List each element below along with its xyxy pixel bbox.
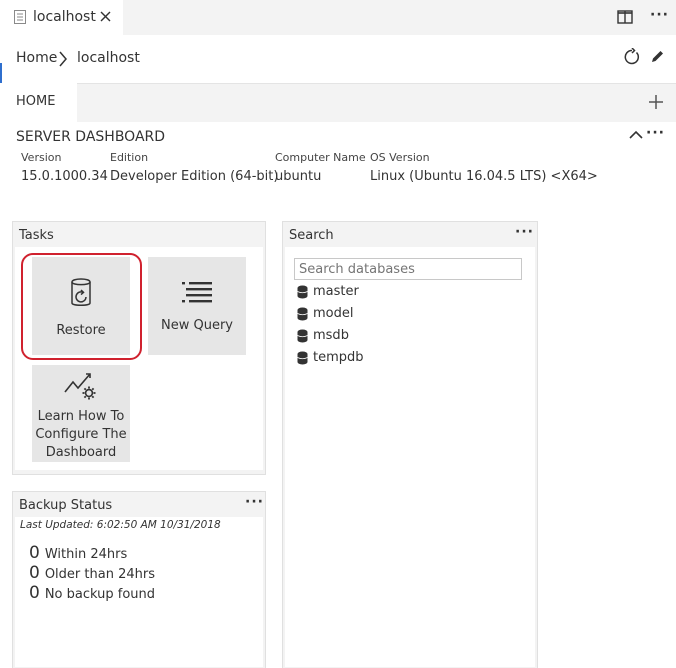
close-icon[interactable] (100, 11, 111, 22)
backup-row-label: Older than 24hrs (44, 567, 155, 582)
backup-row: 0 Older than 24hrs (29, 563, 155, 583)
backup-row-label: Within 24hrs (44, 547, 128, 562)
tasks-widget-title: Tasks (19, 228, 54, 243)
dashboard-tab-bar (0, 83, 676, 122)
database-name: model (313, 306, 354, 321)
page-title: SERVER DASHBOARD (16, 129, 166, 145)
database-icon (297, 307, 308, 320)
new-query-task-tile[interactable]: New Query (148, 257, 246, 355)
breadcrumb-current[interactable]: localhost (77, 50, 140, 66)
property-value-os-version: Linux (Ubuntu 16.04.5 LTS) <X64> (370, 169, 598, 184)
dashboard-more-icon[interactable]: ··· (646, 125, 665, 141)
file-icon (14, 10, 26, 24)
database-item[interactable]: msdb (297, 328, 349, 343)
more-actions-icon[interactable]: ··· (650, 7, 669, 23)
chevron-right-icon (59, 51, 67, 67)
add-tab-icon[interactable] (648, 94, 664, 110)
backup-count: 0 (29, 543, 40, 563)
backup-row: 0 Within 24hrs (29, 543, 127, 563)
configure-dashboard-label: Learn How To Configure The Dashboard (35, 408, 126, 462)
backup-row: 0 No backup found (29, 583, 155, 603)
property-value-computer-name: ubuntu (275, 169, 322, 184)
property-label-version: Version (21, 151, 62, 164)
backup-status-title: Backup Status (19, 498, 113, 513)
configure-dashboard-task-tile[interactable]: Learn How To Configure The Dashboard (32, 365, 130, 462)
new-query-label: New Query (161, 318, 233, 333)
search-widget-title: Search (289, 228, 334, 243)
new-query-icon (182, 282, 212, 303)
property-label-computer-name: Computer Name (275, 151, 366, 164)
search-databases-input[interactable] (294, 258, 522, 280)
breadcrumb-home[interactable]: Home (16, 50, 57, 66)
configure-dashboard-label-line: Learn How To (37, 409, 125, 424)
database-icon (297, 285, 308, 298)
property-label-os-version: OS Version (370, 151, 430, 164)
backup-count: 0 (29, 563, 40, 583)
database-item[interactable]: model (297, 306, 353, 321)
database-item[interactable]: master (297, 284, 359, 299)
search-widget-more-icon[interactable]: ··· (515, 224, 534, 240)
split-editor-icon[interactable] (617, 10, 633, 24)
database-name: msdb (313, 328, 349, 343)
property-value-version: 15.0.1000.34 (21, 169, 108, 184)
edit-icon[interactable] (650, 49, 665, 64)
database-name: master (313, 284, 359, 299)
chart-gear-icon (64, 373, 96, 400)
last-updated-text: Last Updated: 6:02:50 AM 10/31/2018 (20, 519, 221, 531)
focus-indicator (0, 63, 2, 83)
property-label-edition: Edition (110, 151, 149, 164)
restore-highlight (21, 253, 142, 360)
property-value-edition: Developer Edition (64-bit) (110, 169, 279, 184)
database-icon (297, 351, 308, 364)
tab-title: localhost (33, 9, 96, 25)
configure-dashboard-label-line: Configure The (35, 427, 127, 442)
tab-home-label: HOME (16, 94, 56, 109)
chevron-up-icon[interactable] (629, 130, 643, 140)
configure-dashboard-label-line: Dashboard (45, 445, 117, 460)
backup-count: 0 (29, 583, 40, 603)
backup-widget-more-icon[interactable]: ··· (245, 494, 264, 510)
database-item[interactable]: tempdb (297, 350, 364, 365)
database-name: tempdb (313, 350, 364, 365)
database-icon (297, 329, 308, 342)
backup-row-label: No backup found (44, 587, 156, 602)
refresh-icon[interactable] (623, 48, 641, 66)
